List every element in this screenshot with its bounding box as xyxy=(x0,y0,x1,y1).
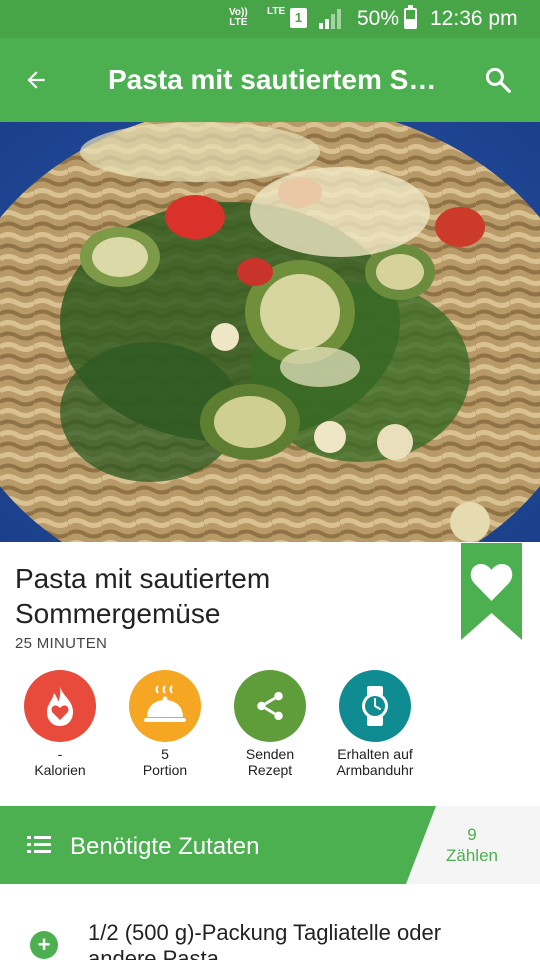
watch-icon xyxy=(362,686,388,726)
ingredients-count: 9 Zählen xyxy=(430,824,514,866)
pasta-dish-image xyxy=(0,122,540,542)
network-type: LTE xyxy=(267,6,286,17)
serving-cloche-icon xyxy=(144,685,186,722)
volte-indicator: Vo)) LTE xyxy=(229,8,248,28)
send-recipe-button[interactable]: Senden Rezept xyxy=(215,670,325,778)
app-title: Pasta mit sautiertem S… xyxy=(108,64,437,95)
watch-circle xyxy=(339,670,411,742)
ingredient-row[interactable]: + 1/2 (500 g)-Packung Tagliatelle oder a… xyxy=(0,905,540,960)
app-bar: Pasta mit sautiertem S… xyxy=(0,38,540,122)
calories-button[interactable]: - Kalorien xyxy=(5,670,115,778)
ingredients-count-label: Zählen xyxy=(446,846,498,865)
recipe-photo xyxy=(0,122,540,542)
battery-fill xyxy=(406,18,415,27)
recipe-title: Pasta mit sautiertem Sommergemüse xyxy=(15,563,271,629)
volte-bottom: LTE xyxy=(229,17,248,28)
watch-label-line1: Erhalten auf xyxy=(337,746,413,762)
add-ingredient-icon[interactable]: + xyxy=(30,931,58,959)
calorie-flame-icon xyxy=(47,686,73,726)
search-icon xyxy=(485,67,511,93)
back-button[interactable] xyxy=(14,58,58,102)
arrow-back-icon xyxy=(27,71,45,89)
search-button[interactable] xyxy=(476,58,520,102)
ingredients-header[interactable]: Benötigte Zutaten 9 Zählen xyxy=(0,806,540,884)
ingredients-count-value: 9 xyxy=(467,825,477,844)
send-label-line2: Rezept xyxy=(247,762,293,778)
battery-icon xyxy=(404,5,417,29)
signal-icon xyxy=(319,9,341,29)
ingredients-header-label: Benötigte Zutaten xyxy=(70,833,260,860)
send-circle xyxy=(234,670,306,742)
portion-label: Portion xyxy=(142,762,188,778)
portion-value: 5 xyxy=(161,746,169,762)
calories-circle xyxy=(24,670,96,742)
ingredient-text: 1/2 (500 g)-Packung Tagliatelle oder and… xyxy=(88,920,442,960)
recipe-duration: 25 MINUTEN xyxy=(15,635,108,652)
calories-label: Kalorien xyxy=(34,762,86,778)
status-bar: Vo)) LTE LTE 1 50% 12:36 pm xyxy=(0,0,540,38)
favorite-bookmark[interactable] xyxy=(461,543,522,640)
battery-percent: 50% xyxy=(357,7,400,30)
clock: 12:36 pm xyxy=(430,7,518,30)
portion-button[interactable]: 5 Portion xyxy=(110,670,220,778)
list-icon xyxy=(27,836,51,853)
portion-circle xyxy=(129,670,201,742)
calories-value: - xyxy=(57,746,63,762)
watch-label-line2: Armbanduhr xyxy=(336,762,414,778)
share-icon xyxy=(257,691,283,721)
watch-button[interactable]: Erhalten auf Armbanduhr xyxy=(320,670,430,778)
send-label-line1: Senden xyxy=(245,746,295,762)
sim-slot-icon: 1 xyxy=(290,8,307,28)
